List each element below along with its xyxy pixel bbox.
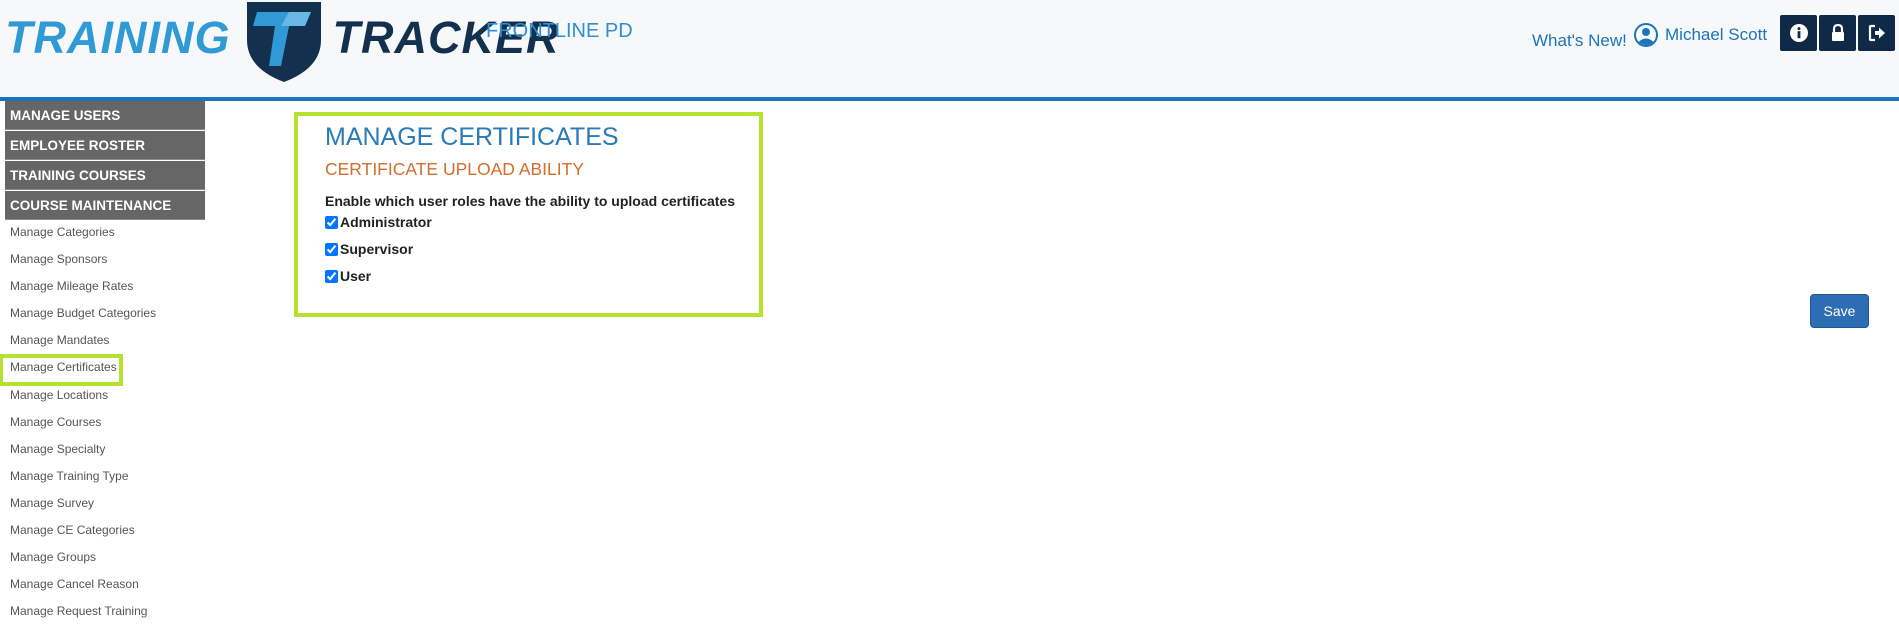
role-option-administrator[interactable]: Administrator	[325, 214, 432, 230]
sidebar-section-manage-users[interactable]: MANAGE USERS	[5, 101, 205, 130]
user-label: User	[340, 268, 372, 284]
administrator-label: Administrator	[340, 214, 432, 230]
sidebar-item-manage-groups[interactable]: Manage Groups	[5, 546, 205, 573]
logo-text-training: TRAINING	[5, 12, 231, 63]
sidebar-item-manage-training-type[interactable]: Manage Training Type	[5, 465, 205, 492]
user-name: Michael Scott	[1665, 25, 1768, 44]
whats-new-link[interactable]: What's New!	[1532, 31, 1627, 51]
sidebar-item-manage-locations[interactable]: Manage Locations	[5, 384, 205, 411]
certificate-settings-panel: MANAGE CERTIFICATES CERTIFICATE UPLOAD A…	[294, 112, 763, 317]
save-button[interactable]: Save	[1810, 294, 1869, 328]
sidebar-item-manage-certificates[interactable]: Manage Certificates	[0, 354, 123, 386]
sidebar-nav: MANAGE USERS EMPLOYEE ROSTER TRAINING CO…	[0, 101, 205, 627]
app-logo[interactable]: TRAINING TRACKER	[5, 0, 560, 90]
info-icon	[1789, 24, 1808, 42]
sidebar-item-manage-categories[interactable]: Manage Categories	[5, 221, 205, 248]
role-option-user[interactable]: User	[325, 268, 371, 284]
sidebar-section-training-courses[interactable]: TRAINING COURSES	[5, 161, 205, 190]
section-subtitle: CERTIFICATE UPLOAD ABILITY	[325, 159, 584, 179]
user-checkbox[interactable]	[325, 269, 338, 283]
app-header: TRAINING TRACKER FRONTLINE PD What's New…	[0, 0, 1899, 101]
sidebar-item-manage-budget-categories[interactable]: Manage Budget Categories	[5, 302, 205, 329]
page-title: MANAGE CERTIFICATES	[325, 123, 619, 151]
sidebar-item-manage-specialty[interactable]: Manage Specialty	[5, 438, 205, 465]
logout-button[interactable]	[1858, 15, 1895, 51]
logout-icon	[1868, 24, 1885, 42]
supervisor-checkbox[interactable]	[325, 242, 338, 256]
role-option-supervisor[interactable]: Supervisor	[325, 241, 413, 257]
section-description: Enable which user roles have the ability…	[325, 193, 736, 209]
sidebar-item-manage-mandates[interactable]: Manage Mandates	[5, 329, 205, 356]
sidebar-item-manage-ce-categories[interactable]: Manage CE Categories	[5, 519, 205, 546]
sidebar-item-manage-courses[interactable]: Manage Courses	[5, 411, 205, 438]
info-button[interactable]	[1780, 15, 1817, 51]
supervisor-label: Supervisor	[340, 241, 414, 257]
sidebar-item-manage-request-training[interactable]: Manage Request Training	[5, 600, 205, 627]
sidebar-item-manage-cancel-reason[interactable]: Manage Cancel Reason	[5, 573, 205, 600]
user-avatar-icon	[1634, 23, 1658, 47]
sidebar-section-course-maintenance[interactable]: COURSE MAINTENANCE	[5, 191, 205, 220]
sidebar-item-manage-mileage-rates[interactable]: Manage Mileage Rates	[5, 275, 205, 302]
user-menu[interactable]: Michael Scott	[1634, 23, 1767, 47]
administrator-checkbox[interactable]	[325, 215, 338, 229]
sidebar-section-employee-roster[interactable]: EMPLOYEE ROSTER	[5, 131, 205, 160]
organization-name: FRONTLINE PD	[486, 20, 633, 42]
shield-logo-icon	[246, 2, 321, 82]
lock-icon	[1831, 23, 1844, 41]
sidebar-item-manage-survey[interactable]: Manage Survey	[5, 492, 205, 519]
sidebar-item-manage-sponsors[interactable]: Manage Sponsors	[5, 248, 205, 275]
lock-button[interactable]	[1819, 15, 1856, 51]
